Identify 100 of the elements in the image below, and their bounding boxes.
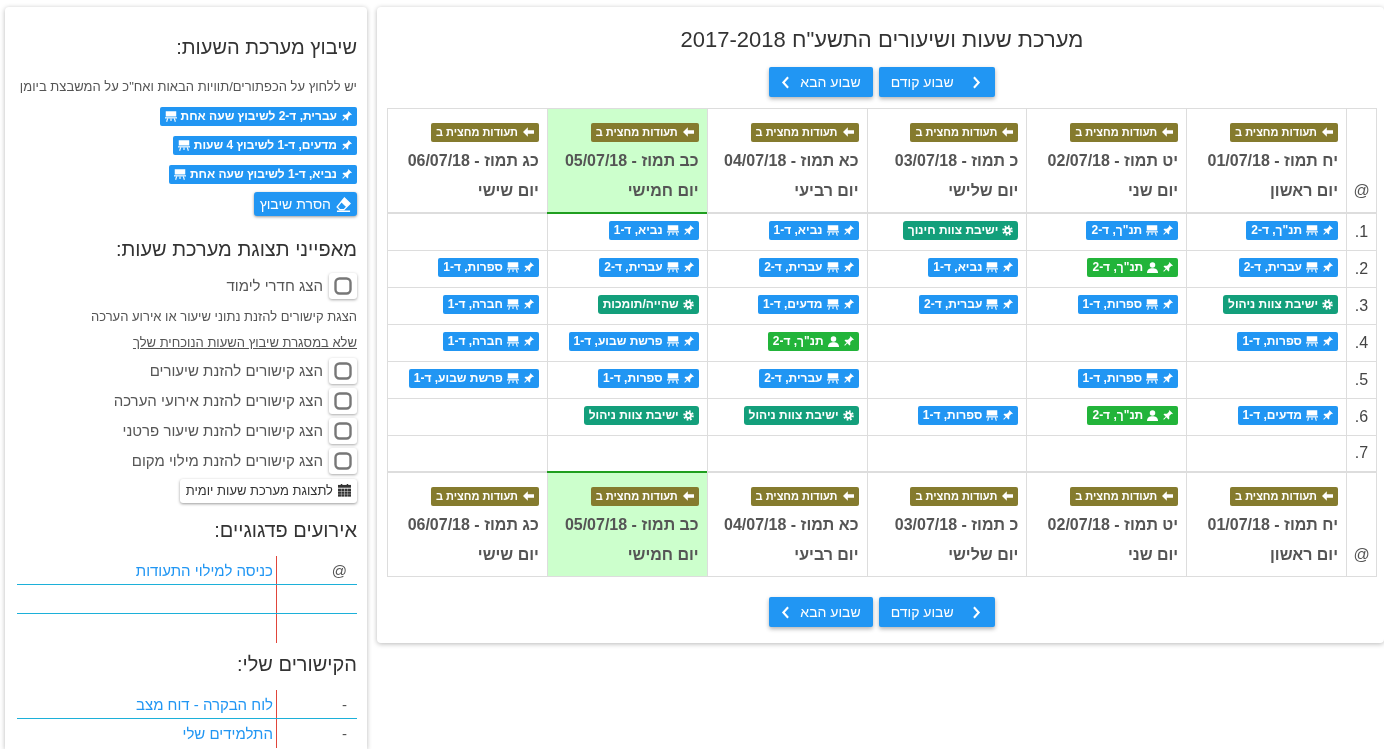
checkbox[interactable] xyxy=(329,387,357,414)
whiteboard-icon xyxy=(986,262,999,273)
meeting-tag[interactable]: ישיבת צוות חינוך xyxy=(902,221,1019,241)
bullet-text: @ xyxy=(331,562,347,579)
arrow-left-icon xyxy=(682,491,694,501)
remove-scheduling-button[interactable]: הסרת שיבוץ xyxy=(253,192,357,216)
date-text: כג תמוז - 06/07/18 xyxy=(406,151,539,171)
previous-week-button[interactable]: שבוע קודם xyxy=(878,67,995,97)
pin-icon xyxy=(522,299,534,310)
meeting-tag[interactable]: שהייה/תומכות xyxy=(597,295,699,314)
whiteboard-icon xyxy=(666,225,679,237)
report-cards-tag[interactable]: תעודות מחצית ב xyxy=(1070,122,1179,142)
lesson-tag[interactable]: עברית, ד-2 xyxy=(599,258,699,277)
schedule-lesson-tag[interactable]: מדעים, ד-1 לשיבוץ 4 שעות xyxy=(172,136,357,155)
whiteboard-icon xyxy=(986,410,999,421)
lesson-tag[interactable]: ספרות, ד-1 xyxy=(598,369,699,388)
meeting-tag[interactable]: ישיבת צוות ניהול xyxy=(1223,295,1338,314)
lesson-tag[interactable]: מדעים, ד-1 xyxy=(1237,406,1338,425)
checkbox-label: הצג קישורים להזנת אירועי הערכה xyxy=(113,391,323,410)
lesson-tag[interactable]: נביא, ד-1 xyxy=(608,221,699,241)
pin-icon xyxy=(682,373,694,384)
meeting-tag[interactable]: ישיבת צוות ניהול xyxy=(743,406,859,425)
date-text: כא תמוז - 04/07/18 xyxy=(723,515,859,535)
checkbox[interactable] xyxy=(329,357,357,384)
lesson-tag[interactable]: תנ"ך, ד-2 xyxy=(1246,221,1338,241)
lesson-tag[interactable]: נביא, ד-1 xyxy=(928,258,1019,277)
lesson-tag[interactable]: תנ"ך, ד-2 xyxy=(1086,221,1179,241)
private-lesson-tag[interactable]: תנ"ך, ד-2 xyxy=(767,332,859,351)
lesson-tag[interactable]: ספרות, ד-1 xyxy=(1237,332,1338,351)
report-cards-tag[interactable]: תעודות מחצית ב xyxy=(430,486,539,506)
next-week-button[interactable]: שבוע הבא xyxy=(769,597,873,627)
report-cards-tag[interactable]: תעודות מחצית ב xyxy=(1230,486,1338,506)
calendar-icon xyxy=(338,484,351,497)
report-cards-tag[interactable]: תעודות מחצית ב xyxy=(750,122,859,142)
whiteboard-icon xyxy=(1306,410,1318,421)
private-lesson-tag[interactable]: תנ"ך, ד-2 xyxy=(1087,258,1179,277)
lesson-tag[interactable]: עברית, ד-2 xyxy=(759,369,859,388)
date-text: כ תמוז - 03/07/18 xyxy=(893,515,1019,535)
lesson-tag[interactable]: חברה, ד-1 xyxy=(442,295,539,314)
schedule-lesson-tag[interactable]: עברית, ד-2 לשיבוץ שעה אחת xyxy=(159,107,357,126)
checkbox[interactable] xyxy=(329,272,357,299)
previous-week-button[interactable]: שבוע קודם xyxy=(878,597,995,627)
report-cards-tag[interactable]: תעודות מחצית ב xyxy=(430,122,539,142)
whiteboard-icon xyxy=(826,373,839,384)
whiteboard-icon xyxy=(1146,299,1159,310)
report-cards-tag[interactable]: תעודות מחצית ב xyxy=(910,486,1019,506)
arrow-left-icon xyxy=(1002,491,1014,501)
date-text: יח תמוז - 01/07/18 xyxy=(1206,151,1338,171)
pin-icon xyxy=(1002,299,1014,310)
report-cards-tag[interactable]: תעודות מחצית ב xyxy=(750,486,859,506)
pin-icon xyxy=(682,336,694,347)
day-name: יום חמישי xyxy=(626,181,699,201)
report-cards-tag[interactable]: תעודות מחצית ב xyxy=(1070,486,1179,506)
schedule-lesson-tag[interactable]: נביא, ד-1 לשיבוץ שעה אחת xyxy=(168,165,357,184)
quick-link[interactable]: התלמידים שלי xyxy=(182,725,273,742)
lesson-tag[interactable]: פרשת שבוע, ד-1 xyxy=(408,369,539,388)
lesson-tag[interactable]: ספרות, ד-1 xyxy=(1077,295,1179,314)
lesson-tag[interactable]: עברית, ד-2 xyxy=(919,295,1019,314)
checkbox[interactable] xyxy=(329,417,357,444)
day-name: יום שני xyxy=(1126,181,1179,201)
report-cards-tag[interactable]: תעודות מחצית ב xyxy=(590,122,699,142)
date-text: כג תמוז - 06/07/18 xyxy=(406,515,539,535)
next-week-button[interactable]: שבוע הבא xyxy=(769,67,873,97)
section-title: הקישורים שלי: xyxy=(236,652,357,676)
quick-link[interactable]: לוח הבקרה - דוח מצב xyxy=(136,696,273,713)
section-title: אירועים פדגוגיים: xyxy=(213,518,357,542)
row-number: 1. xyxy=(1346,213,1377,250)
row-number: 7. xyxy=(1346,435,1377,472)
row-number: 6. xyxy=(1346,398,1377,435)
date-text: כב תמוז - 05/07/18 xyxy=(563,515,699,535)
checkbox[interactable] xyxy=(329,447,357,474)
pin-icon xyxy=(341,169,352,180)
lesson-tag[interactable]: פרשת שבוע, ד-1 xyxy=(568,332,699,351)
section-title: שיבוץ מערכת השעות: xyxy=(175,35,357,59)
meeting-tag[interactable]: ישיבת צוות ניהול xyxy=(583,406,699,425)
corner-symbol: @ xyxy=(1346,108,1377,213)
whiteboard-icon xyxy=(506,336,519,347)
pin-icon xyxy=(1322,410,1333,421)
lesson-tag[interactable]: מדעים, ד-1 xyxy=(758,295,859,314)
eraser-icon xyxy=(336,196,351,212)
lesson-tag[interactable]: ספרות, ד-1 xyxy=(438,258,539,277)
event-link[interactable]: כניסה למילוי התעודות xyxy=(135,562,273,579)
pin-icon xyxy=(1002,262,1014,273)
lesson-tag[interactable]: חברה, ד-1 xyxy=(442,332,539,351)
report-cards-tag[interactable]: תעודות מחצית ב xyxy=(590,486,699,506)
lesson-tag[interactable]: ספרות, ד-1 xyxy=(1077,369,1179,388)
whiteboard-icon xyxy=(1306,262,1318,273)
daily-view-button[interactable]: לתצוגת מערכת שעות יומית xyxy=(179,478,357,503)
lesson-tag[interactable]: נביא, ד-1 xyxy=(768,221,859,241)
lesson-tag[interactable]: עברית, ד-2 xyxy=(759,258,859,277)
section-title: מאפייני תצוגת מערכת שעות: xyxy=(114,236,357,261)
report-cards-tag[interactable]: תעודות מחצית ב xyxy=(910,122,1019,142)
person-icon xyxy=(827,336,839,347)
whiteboard-icon xyxy=(666,262,679,273)
checkbox-label: הצג קישורים להזנת שיעורים xyxy=(149,361,323,380)
gear-icon xyxy=(682,410,694,421)
private-lesson-tag[interactable]: תנ"ך, ד-2 xyxy=(1087,406,1179,425)
lesson-tag[interactable]: ספרות, ד-1 xyxy=(917,406,1019,425)
report-cards-tag[interactable]: תעודות מחצית ב xyxy=(1230,122,1338,142)
lesson-tag[interactable]: עברית, ד-2 xyxy=(1238,258,1338,277)
